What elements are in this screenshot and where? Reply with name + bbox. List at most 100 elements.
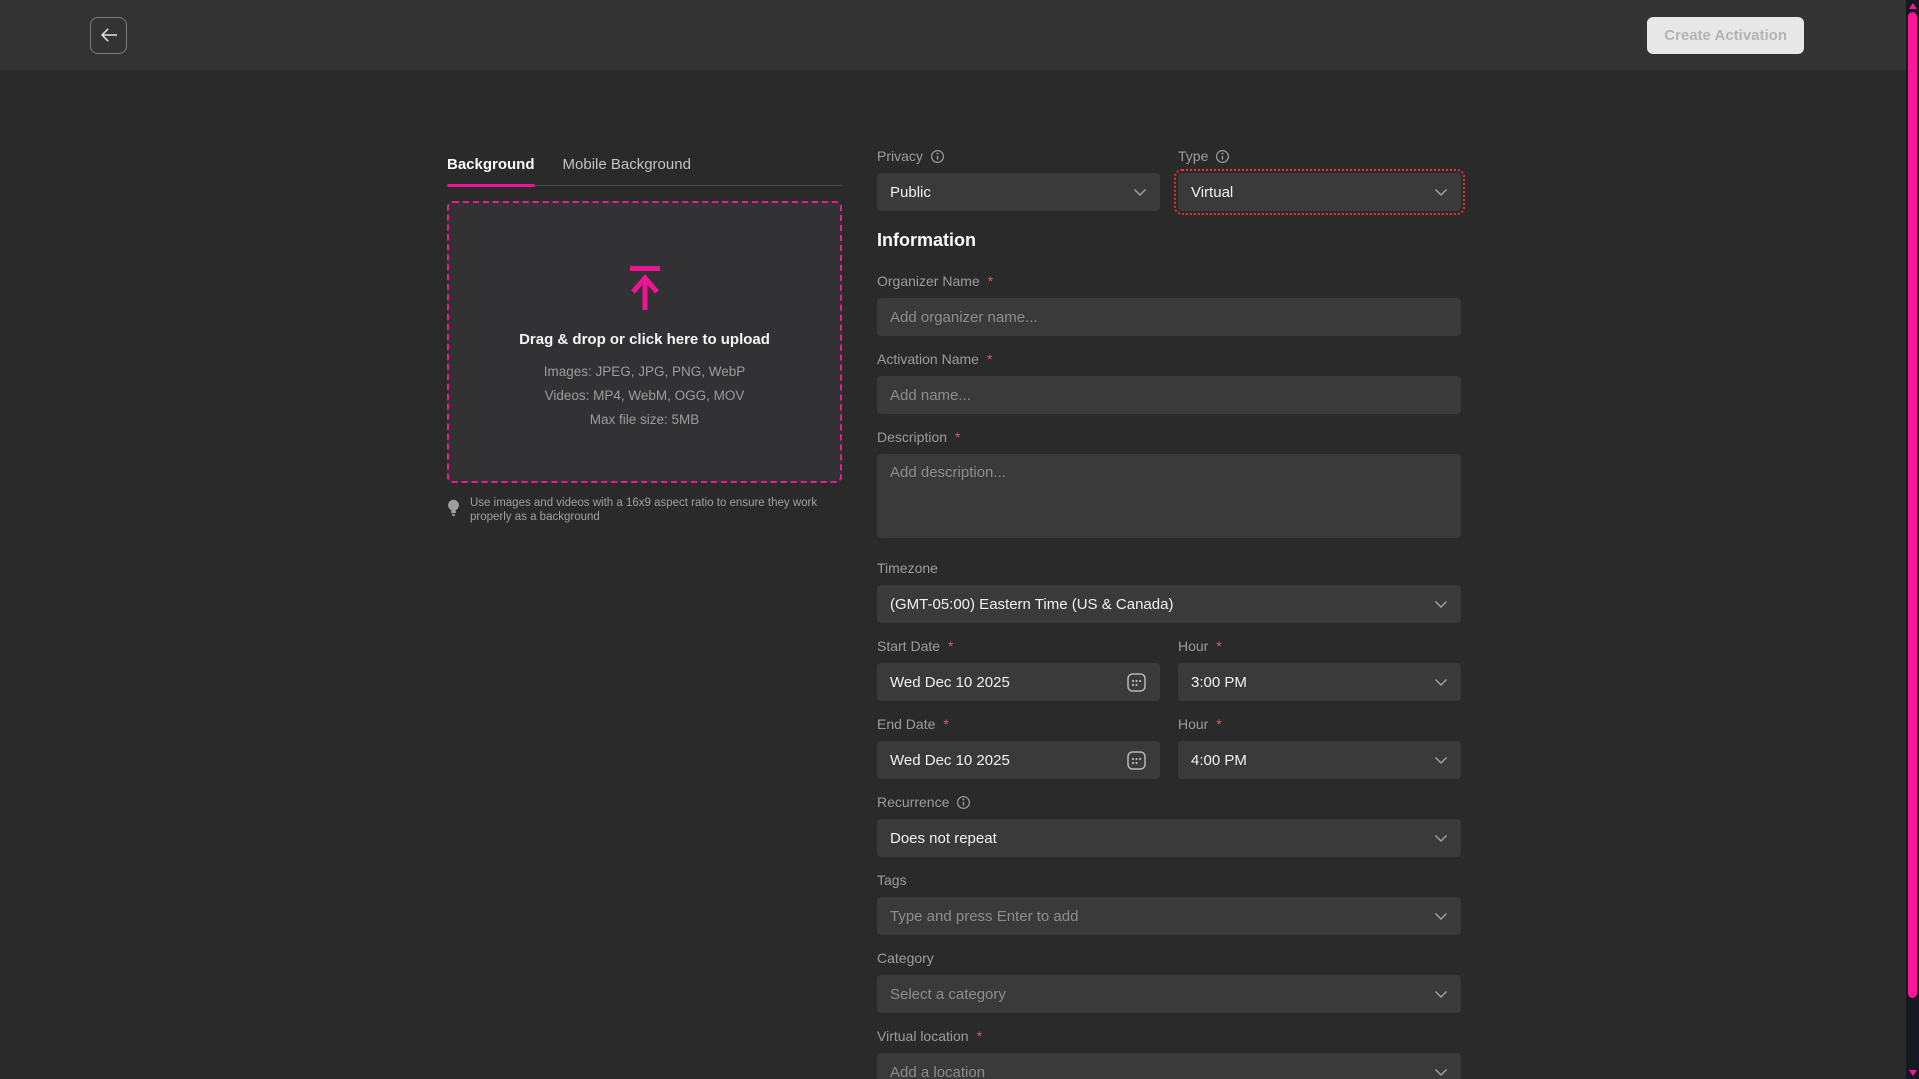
start-date-label: Start Date *	[877, 638, 1160, 654]
privacy-type-row: Privacy Public Type Virtual	[877, 148, 1461, 211]
info-icon	[930, 149, 945, 164]
start-hour-value: 3:00 PM	[1191, 674, 1247, 691]
scrollbar-up-arrow-icon[interactable]	[1909, 3, 1917, 9]
required-asterisk: *	[1216, 716, 1221, 732]
chevron-down-icon	[1434, 990, 1448, 999]
start-hour-field-group: Hour * 3:00 PM	[1178, 638, 1461, 701]
info-icon	[956, 795, 971, 810]
dropzone-images-line: Images: JPEG, JPG, PNG, WebP	[544, 360, 746, 384]
privacy-value: Public	[890, 184, 931, 201]
tags-label: Tags	[877, 872, 1461, 888]
top-bar: Create Activation	[0, 0, 1919, 70]
information-section-heading: Information	[877, 230, 1461, 251]
required-asterisk: *	[977, 1028, 982, 1044]
lightbulb-icon	[447, 499, 460, 518]
virtual-location-placeholder: Add a location	[890, 1064, 985, 1079]
tags-field-group: Tags Type and press Enter to add	[877, 872, 1461, 935]
vertical-scrollbar[interactable]	[1906, 0, 1919, 1079]
recurrence-select[interactable]: Does not repeat	[877, 819, 1461, 857]
end-hour-label: Hour *	[1178, 716, 1461, 732]
category-field-group: Category Select a category	[877, 950, 1461, 1013]
dropzone-videos-line: Videos: MP4, WebM, OGG, MOV	[544, 384, 746, 408]
chevron-down-icon	[1133, 188, 1147, 197]
activation-form: Privacy Public Type Virtual Info	[877, 148, 1461, 1079]
required-asterisk: *	[988, 273, 993, 289]
recurrence-field-group: Recurrence Does not repeat	[877, 794, 1461, 857]
category-label: Category	[877, 950, 1461, 966]
privacy-select[interactable]: Public	[877, 173, 1160, 211]
chevron-down-icon	[1434, 912, 1448, 921]
virtual-location-label: Virtual location *	[877, 1028, 1461, 1044]
tab-background[interactable]: Background	[447, 156, 535, 185]
background-media-panel: Background Mobile Background Drag & drop…	[447, 156, 842, 1079]
chevron-down-icon	[1434, 834, 1448, 843]
calendar-icon	[1126, 750, 1147, 771]
activation-name-input[interactable]	[877, 376, 1461, 414]
start-date-picker[interactable]: Wed Dec 10 2025	[877, 663, 1160, 701]
timezone-value: (GMT-05:00) Eastern Time (US & Canada)	[890, 596, 1173, 613]
timezone-field-group: Timezone (GMT-05:00) Eastern Time (US & …	[877, 560, 1461, 623]
type-label: Type	[1178, 148, 1461, 164]
info-icon	[1215, 149, 1230, 164]
organizer-name-label: Organizer Name *	[877, 273, 1461, 289]
end-hour-select[interactable]: 4:00 PM	[1178, 741, 1461, 779]
dropzone-format-info: Images: JPEG, JPG, PNG, WebP Videos: MP4…	[544, 360, 746, 432]
create-activation-button[interactable]: Create Activation	[1647, 17, 1804, 54]
required-asterisk: *	[1216, 638, 1221, 654]
scrollbar-down-arrow-icon[interactable]	[1909, 1070, 1917, 1076]
description-field-group: Description *	[877, 429, 1461, 543]
activation-name-label: Activation Name *	[877, 351, 1461, 367]
chevron-down-icon	[1434, 188, 1448, 197]
arrow-left-icon	[99, 27, 119, 43]
tags-placeholder: Type and press Enter to add	[890, 908, 1078, 925]
chevron-down-icon	[1434, 756, 1448, 765]
end-date-row: End Date * Wed Dec 10 2025 Hour * 4:00 P…	[877, 716, 1461, 779]
category-select[interactable]: Select a category	[877, 975, 1461, 1013]
virtual-location-select[interactable]: Add a location	[877, 1053, 1461, 1079]
chevron-down-icon	[1434, 678, 1448, 687]
aspect-ratio-tip: Use images and videos with a 16x9 aspect…	[447, 497, 842, 524]
description-textarea[interactable]	[877, 454, 1461, 538]
type-value: Virtual	[1191, 184, 1233, 201]
required-asterisk: *	[955, 429, 960, 445]
start-date-row: Start Date * Wed Dec 10 2025 Hour * 3:00…	[877, 638, 1461, 701]
end-hour-value: 4:00 PM	[1191, 752, 1247, 769]
tip-text: Use images and videos with a 16x9 aspect…	[470, 497, 822, 524]
type-field-group: Type Virtual	[1178, 148, 1461, 211]
start-hour-label: Hour *	[1178, 638, 1461, 654]
recurrence-label: Recurrence	[877, 794, 1461, 810]
scrollbar-thumb[interactable]	[1908, 12, 1917, 998]
dropzone-maxsize-line: Max file size: 5MB	[544, 408, 746, 432]
required-asterisk: *	[943, 716, 948, 732]
upload-arrow-icon	[618, 265, 672, 311]
end-date-picker[interactable]: Wed Dec 10 2025	[877, 741, 1160, 779]
timezone-select[interactable]: (GMT-05:00) Eastern Time (US & Canada)	[877, 585, 1461, 623]
category-placeholder: Select a category	[890, 986, 1006, 1003]
start-date-value: Wed Dec 10 2025	[890, 674, 1010, 691]
required-asterisk: *	[948, 638, 953, 654]
page-content: Background Mobile Background Drag & drop…	[0, 70, 1919, 1079]
timezone-label: Timezone	[877, 560, 1461, 576]
required-asterisk: *	[987, 351, 992, 367]
end-hour-field-group: Hour * 4:00 PM	[1178, 716, 1461, 779]
tags-input[interactable]: Type and press Enter to add	[877, 897, 1461, 935]
end-date-field-group: End Date * Wed Dec 10 2025	[877, 716, 1160, 779]
calendar-icon	[1126, 672, 1147, 693]
organizer-name-field-group: Organizer Name *	[877, 273, 1461, 336]
upload-dropzone[interactable]: Drag & drop or click here to upload Imag…	[447, 201, 842, 483]
organizer-name-input[interactable]	[877, 298, 1461, 336]
activation-name-field-group: Activation Name *	[877, 351, 1461, 414]
end-date-label: End Date *	[877, 716, 1160, 732]
tab-mobile-background[interactable]: Mobile Background	[563, 156, 691, 185]
back-button[interactable]	[90, 17, 127, 54]
background-tabs: Background Mobile Background	[447, 156, 842, 186]
start-date-field-group: Start Date * Wed Dec 10 2025	[877, 638, 1160, 701]
privacy-field-group: Privacy Public	[877, 148, 1160, 211]
virtual-location-field-group: Virtual location * Add a location	[877, 1028, 1461, 1079]
recurrence-value: Does not repeat	[890, 830, 997, 847]
description-label: Description *	[877, 429, 1461, 445]
start-hour-select[interactable]: 3:00 PM	[1178, 663, 1461, 701]
dropzone-title: Drag & drop or click here to upload	[519, 331, 770, 348]
type-select[interactable]: Virtual	[1178, 173, 1461, 211]
chevron-down-icon	[1434, 1068, 1448, 1077]
